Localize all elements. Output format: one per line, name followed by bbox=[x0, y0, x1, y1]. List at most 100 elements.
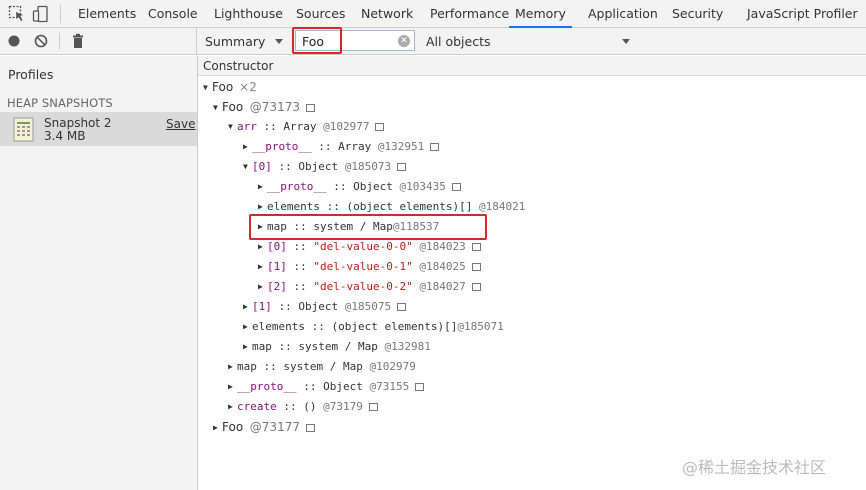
store-as-global-icon[interactable] bbox=[375, 123, 385, 131]
view-select[interactable]: Summary bbox=[205, 33, 265, 51]
object-id: @103435 bbox=[399, 180, 446, 193]
chevron-down-icon[interactable] bbox=[275, 39, 283, 44]
store-as-global-icon[interactable] bbox=[471, 283, 481, 291]
row-separator: :: bbox=[296, 380, 324, 393]
object-id: @102977 bbox=[323, 120, 370, 133]
expand-arrow-icon[interactable]: ▶ bbox=[228, 377, 237, 397]
tab-sources[interactable]: Sources bbox=[296, 0, 345, 28]
highlight-box-filter bbox=[292, 27, 342, 54]
row-constructor: system / Map bbox=[298, 340, 378, 353]
expand-arrow-icon[interactable]: ▶ bbox=[243, 317, 252, 337]
row-name: map bbox=[237, 360, 257, 373]
tab-elements[interactable]: Elements bbox=[78, 0, 136, 28]
row-separator: :: bbox=[271, 160, 299, 173]
expand-arrow-icon[interactable]: ▶ bbox=[243, 297, 252, 317]
store-as-global-icon[interactable] bbox=[368, 403, 378, 411]
expand-arrow-icon[interactable]: ▶ bbox=[228, 397, 237, 417]
trash-icon[interactable] bbox=[71, 33, 85, 49]
tab-javascript-profiler[interactable]: JavaScript Profiler bbox=[747, 0, 858, 28]
expand-arrow-icon[interactable]: ▶ bbox=[258, 237, 267, 257]
expand-arrow-icon[interactable]: ▼ bbox=[213, 98, 222, 118]
expand-arrow-icon[interactable]: ▶ bbox=[213, 418, 222, 438]
heap-snapshot-icon bbox=[13, 117, 34, 142]
expand-arrow-icon[interactable]: ▶ bbox=[258, 277, 267, 297]
snapshot-name: Snapshot 2 bbox=[44, 116, 112, 130]
row-constructor: Object bbox=[323, 380, 363, 393]
objects-select[interactable]: All objects bbox=[426, 33, 491, 51]
row-separator: :: bbox=[286, 280, 314, 293]
row-name: __proto__ bbox=[267, 180, 327, 193]
expand-arrow-icon[interactable]: ▶ bbox=[258, 257, 267, 277]
expand-arrow-icon[interactable]: ▶ bbox=[228, 357, 237, 377]
store-as-global-icon[interactable] bbox=[305, 104, 315, 112]
store-as-global-icon[interactable] bbox=[451, 183, 461, 191]
snapshot-size: 3.4 MB bbox=[44, 129, 86, 143]
store-as-global-icon[interactable] bbox=[430, 143, 440, 151]
store-as-global-icon[interactable] bbox=[305, 424, 315, 432]
row-separator: :: bbox=[304, 320, 332, 333]
tree-row[interactable]: ▼ arr :: Array @102977 bbox=[228, 117, 385, 137]
tab-lighthouse[interactable]: Lighthouse bbox=[214, 0, 283, 28]
store-as-global-icon[interactable] bbox=[397, 303, 407, 311]
row-separator: :: bbox=[276, 400, 304, 413]
row-constructor: Array bbox=[338, 140, 372, 153]
expand-arrow-icon[interactable]: ▶ bbox=[243, 337, 252, 357]
clear-icon[interactable] bbox=[34, 34, 48, 48]
chevron-down-icon[interactable] bbox=[622, 39, 630, 44]
expand-arrow-icon[interactable]: ▶ bbox=[243, 137, 252, 157]
tree-row[interactable]: ▶ create :: () @73179 bbox=[228, 397, 378, 417]
tree-row[interactable]: ▶ [1] :: "del-value-0-1" @184025 bbox=[258, 257, 481, 277]
tree-row[interactable]: ▼ Foo @73173 bbox=[213, 97, 315, 117]
row-separator: :: bbox=[256, 120, 284, 133]
column-header[interactable]: Constructor bbox=[198, 56, 866, 76]
row-constructor: system / Map bbox=[283, 360, 363, 373]
clear-filter-icon[interactable]: ✕ bbox=[398, 35, 410, 47]
tab-performance[interactable]: Performance bbox=[430, 0, 509, 28]
tab-console[interactable]: Console bbox=[148, 0, 198, 28]
object-id: @184023 bbox=[419, 240, 466, 253]
expand-arrow-icon[interactable]: ▼ bbox=[243, 157, 252, 177]
tree-row[interactable]: ▶ __proto__ :: Array @132951 bbox=[243, 137, 440, 157]
tree-row[interactable]: ▶ elements :: (object elements)[]@185071 bbox=[243, 317, 504, 337]
row-name: elements bbox=[252, 320, 305, 333]
row-name: elements bbox=[267, 200, 320, 213]
store-as-global-icon[interactable] bbox=[471, 263, 481, 271]
profiles-sidebar: Profiles HEAP SNAPSHOTS Snapshot 2 3.4 M… bbox=[0, 56, 198, 490]
store-as-global-icon[interactable] bbox=[415, 383, 425, 391]
tree-row[interactable]: ▶ __proto__ :: Object @73155 bbox=[228, 377, 425, 397]
expand-arrow-icon[interactable]: ▼ bbox=[203, 78, 212, 98]
store-as-global-icon[interactable] bbox=[397, 163, 407, 171]
row-constructor: (object elements)[] bbox=[331, 320, 458, 333]
tree-row[interactable]: ▶ __proto__ :: Object @103435 bbox=[258, 177, 461, 197]
inspect-element-icon[interactable] bbox=[8, 5, 26, 23]
tab-security[interactable]: Security bbox=[672, 0, 723, 28]
row-name: [1] bbox=[252, 300, 272, 313]
row-separator: :: bbox=[311, 140, 339, 153]
row-name: Foo bbox=[222, 100, 244, 114]
record-icon[interactable] bbox=[7, 34, 21, 48]
device-toolbar-icon[interactable] bbox=[32, 5, 50, 23]
tree-row[interactable]: ▶ map :: system / Map @132981 bbox=[243, 337, 431, 357]
tree-row[interactable]: ▼ [0] :: Object @185073 bbox=[243, 157, 407, 177]
store-as-global-icon[interactable] bbox=[471, 243, 481, 251]
tree-row[interactable]: ▶ [2] :: "del-value-0-2" @184027 bbox=[258, 277, 481, 297]
tree-row[interactable]: ▶ Foo @73177 bbox=[213, 417, 315, 437]
row-name: __proto__ bbox=[252, 140, 312, 153]
object-id: @184025 bbox=[419, 260, 466, 273]
tab-network[interactable]: Network bbox=[361, 0, 413, 28]
row-name: Foo bbox=[222, 420, 244, 434]
constructor-column-label: Constructor bbox=[203, 59, 274, 73]
object-id: @184021 bbox=[478, 200, 526, 213]
tree-row[interactable]: ▶ map :: system / Map @102979 bbox=[228, 357, 416, 377]
save-snapshot-link[interactable]: Save bbox=[166, 117, 195, 131]
toolbar-divider bbox=[59, 33, 60, 49]
tab-application[interactable]: Application bbox=[588, 0, 658, 28]
expand-arrow-icon[interactable]: ▶ bbox=[258, 177, 267, 197]
tree-row[interactable]: ▶ [0] :: "del-value-0-0" @184023 bbox=[258, 237, 481, 257]
expand-arrow-icon[interactable]: ▼ bbox=[228, 117, 237, 137]
tab-memory[interactable]: Memory bbox=[509, 0, 572, 28]
snapshot-item[interactable]: Snapshot 2 3.4 MB Save bbox=[0, 112, 197, 146]
sidebar-title: Profiles bbox=[8, 67, 54, 82]
tree-row[interactable]: ▶ [1] :: Object @185075 bbox=[243, 297, 407, 317]
tree-row-group[interactable]: ▼ Foo ×2 bbox=[203, 77, 257, 97]
